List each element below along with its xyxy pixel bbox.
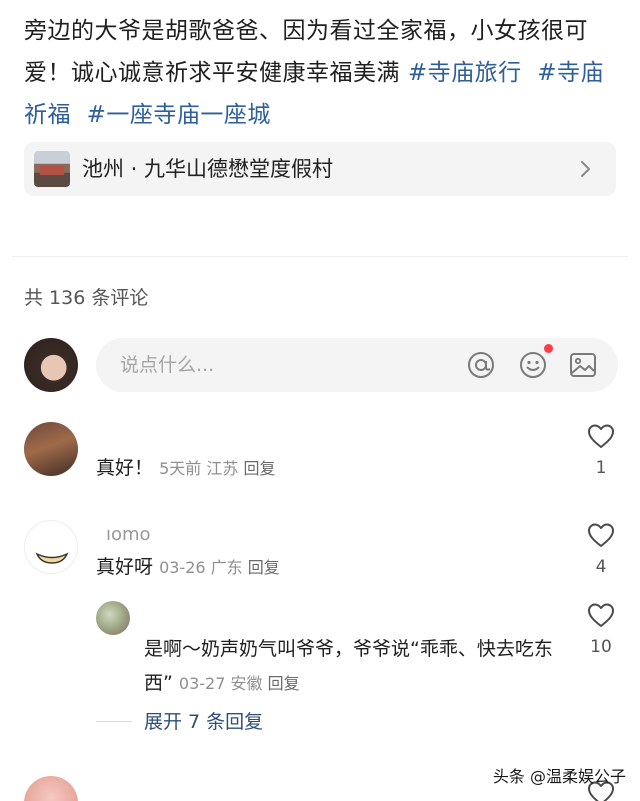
comment-count: 共 136 条评论 [24, 287, 149, 309]
emoji-icon[interactable] [518, 350, 548, 380]
comment-meta: 03-26 广东 回复 [159, 558, 280, 577]
mention-icon[interactable] [466, 350, 496, 380]
avatar [24, 338, 78, 392]
reply-meta: 03-27 安徽 回复 [178, 674, 300, 693]
like-count: 4 [595, 557, 607, 577]
tag-one-temple-one-city[interactable]: #一座寺庙一座城 [87, 102, 271, 128]
location-thumbnail [34, 151, 70, 187]
tag-temple-travel[interactable]: #寺庙旅行 [408, 60, 522, 86]
avatar-illustration [35, 552, 69, 564]
chevron-right-icon [581, 161, 590, 177]
expand-divider [96, 721, 132, 722]
comment-body: 真好！ [96, 457, 154, 479]
like-count: 10 [590, 637, 612, 657]
image-icon[interactable] [568, 350, 598, 380]
comment-body: 真好呀 [96, 556, 154, 578]
reply-button[interactable]: 回复 [243, 459, 275, 478]
post-text: 旁边的大爷是胡歌爸爸、因为看过全家福，小女孩很可爱！诚心诚意祈求平安健康幸福美满… [24, 10, 624, 136]
notification-dot [544, 344, 553, 353]
reply-button[interactable]: 回复 [248, 558, 280, 577]
section-divider [12, 256, 628, 257]
comment-text: 真好！ 5天前 江苏 回复 [96, 454, 275, 483]
avatar[interactable] [24, 520, 78, 574]
heart-icon[interactable] [587, 423, 615, 449]
comment-text: 真好呀 03-26 广东 回复 [96, 553, 280, 582]
like-count: 1 [595, 458, 607, 478]
comment-meta: 5天前 江苏 回复 [159, 459, 276, 478]
comment-input[interactable]: 说点什么... [96, 338, 618, 392]
heart-icon[interactable] [587, 522, 615, 548]
location-card[interactable]: 池州 · 九华山德懋堂度假村 [24, 142, 616, 196]
avatar[interactable] [24, 422, 78, 476]
avatar[interactable] [96, 601, 130, 635]
avatar[interactable] [24, 776, 78, 801]
expand-replies-button[interactable]: 展开 7 条回复 [144, 708, 263, 736]
location-label: 池州 · 九华山德懋堂度假村 [82, 157, 334, 181]
watermark: 头条 @温柔娱公子 [492, 767, 626, 786]
comment-author[interactable]: ıomo [106, 524, 151, 546]
reply-button[interactable]: 回复 [268, 674, 300, 693]
heart-icon[interactable] [587, 602, 615, 628]
comment-input-placeholder: 说点什么... [120, 354, 215, 376]
reply-text: 是啊～奶声奶气叫爷爷，爷爷说“乖乖、快去吃东西” 03-27 安徽 回复 [144, 632, 564, 701]
